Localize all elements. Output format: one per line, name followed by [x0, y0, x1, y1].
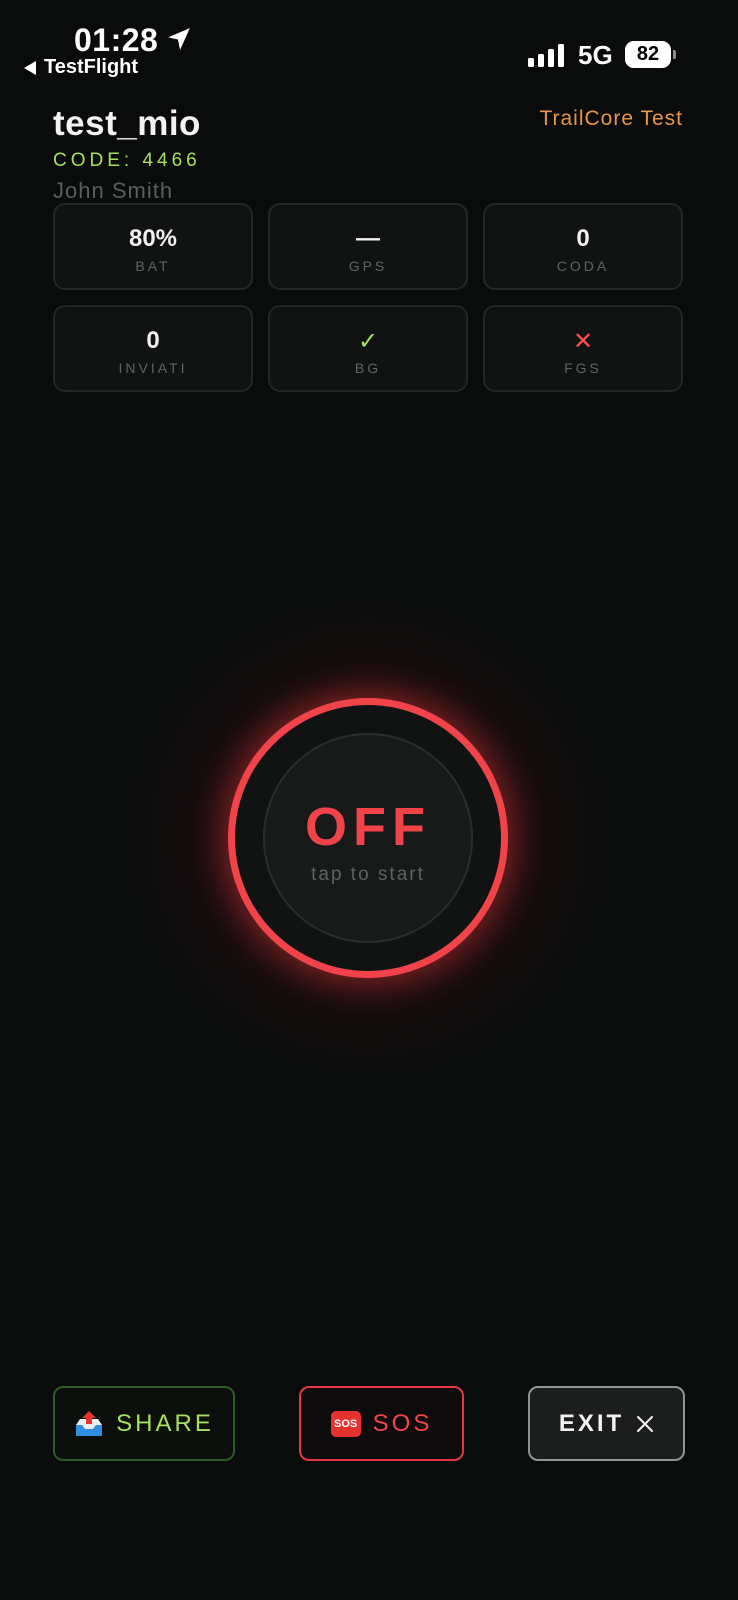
location-arrow-icon [168, 28, 190, 50]
back-label: TestFlight [44, 56, 139, 78]
access-code: CODE: 4466 [53, 150, 201, 171]
sos-label: SOS [372, 1409, 433, 1437]
stat-label: FGS [564, 360, 602, 376]
app-name: TrailCore Test [539, 107, 683, 130]
stat-card-queue: 0 CODA [483, 203, 683, 290]
outbox-tray-icon [74, 1410, 104, 1438]
stat-label: INVIATI [118, 360, 188, 376]
power-state-label: OFF [305, 797, 431, 857]
check-icon: ✓ [357, 327, 379, 355]
stat-label: CODA [556, 258, 610, 274]
person-name: John Smith [53, 178, 174, 203]
sos-icon: SOS [330, 1410, 361, 1437]
exit-button[interactable]: EXIT [528, 1386, 685, 1461]
cellular-signal-icon [528, 44, 564, 67]
battery-icon: 82 [625, 41, 671, 68]
stat-card-foreground-service: ✕ FGS [483, 305, 683, 392]
stat-card-background: ✓ BG [268, 305, 468, 392]
stat-label: GPS [348, 258, 388, 274]
stat-label: BG [354, 360, 382, 376]
stat-value: — [356, 225, 380, 252]
stat-card-sent: 0 INVIATI [53, 305, 253, 392]
stat-card-battery: 80% BAT [53, 203, 253, 290]
battery-cap [673, 50, 676, 59]
sos-button[interactable]: SOS SOS [299, 1386, 464, 1461]
share-button[interactable]: SHARE [53, 1386, 235, 1461]
stat-value: 0 [146, 327, 160, 354]
stat-label: BAT [135, 258, 171, 274]
exit-label: EXIT [558, 1409, 625, 1437]
close-icon [637, 1415, 654, 1432]
power-hint: tap to start [311, 864, 425, 885]
stat-value: 0 [576, 225, 590, 252]
network-type: 5G [578, 40, 613, 70]
battery-level: 82 [636, 43, 660, 65]
share-label: SHARE [116, 1409, 214, 1437]
stat-card-gps: — GPS [268, 203, 468, 290]
user-title: test_mio [53, 104, 201, 143]
cross-icon: ✕ [572, 327, 594, 355]
back-arrow-icon [24, 60, 36, 75]
stat-value: 80% [128, 225, 178, 252]
back-to-testflight-link[interactable]: TestFlight [24, 56, 138, 79]
status-time: 01:28 [74, 22, 159, 58]
